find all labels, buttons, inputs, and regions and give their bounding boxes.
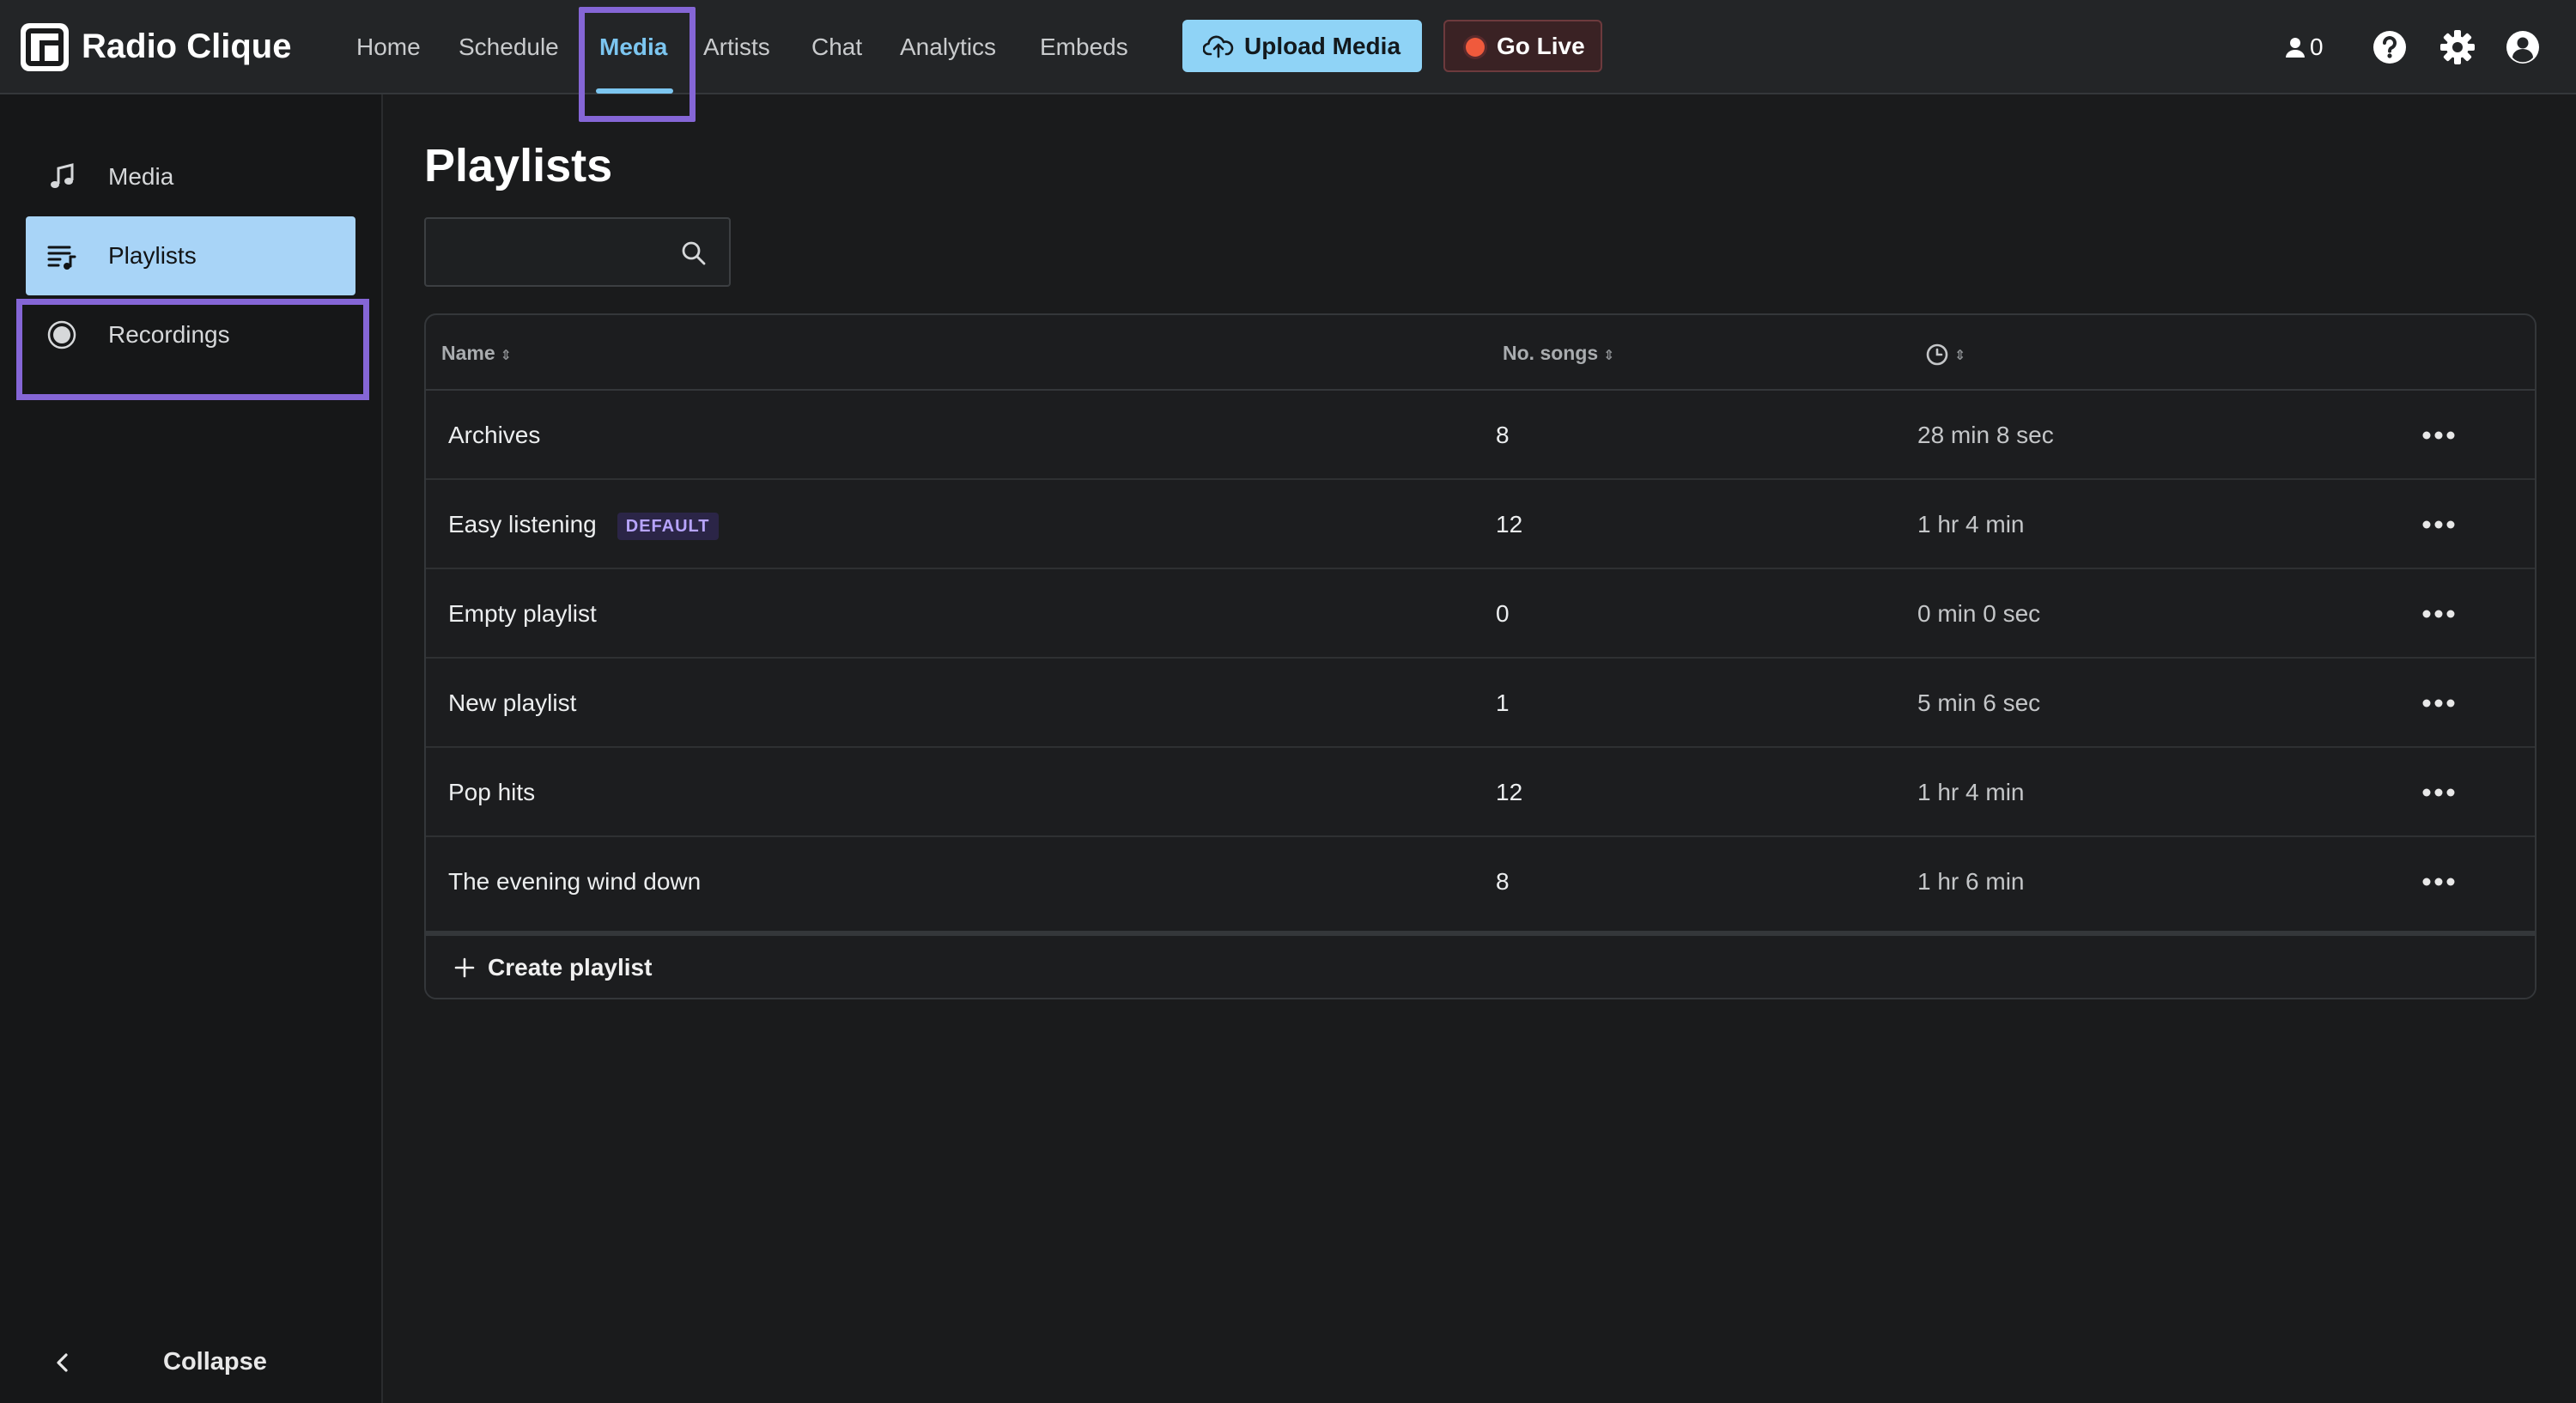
more-options-icon[interactable] bbox=[2420, 691, 2458, 715]
sort-icon: ⇕ bbox=[1603, 349, 1615, 363]
sidebar-item-media[interactable]: Media bbox=[26, 137, 355, 216]
create-playlist-label: Create playlist bbox=[488, 954, 653, 981]
collapse-button[interactable]: Collapse bbox=[0, 1321, 383, 1403]
user-icon bbox=[2286, 38, 2305, 58]
column-header-songs-label: No. songs bbox=[1503, 342, 1599, 364]
table-row[interactable]: Easy listening DEFAULT 12 1 hr 4 min bbox=[426, 480, 2535, 569]
app: Radio Clique Home Schedule Media Artists… bbox=[0, 0, 2576, 1403]
playlist-song-count: 8 bbox=[1496, 868, 1510, 895]
playlist-duration: 28 min 8 sec bbox=[1917, 422, 2054, 448]
table-row[interactable]: The evening wind down 8 1 hr 6 min bbox=[426, 837, 2535, 926]
help-icon[interactable] bbox=[2371, 28, 2409, 66]
playlist-name[interactable]: Archives bbox=[448, 391, 540, 480]
nav-artists[interactable]: Artists bbox=[703, 26, 770, 69]
column-header-name-label: Name bbox=[441, 342, 495, 364]
listener-count-value: 0 bbox=[2310, 33, 2324, 60]
table-row[interactable]: Archives 8 28 min 8 sec bbox=[426, 391, 2535, 480]
clock-icon bbox=[1926, 343, 1948, 366]
sidebar-item-playlists[interactable]: Playlists bbox=[26, 216, 355, 295]
cloud-upload-icon bbox=[1202, 33, 1234, 65]
playlist-name-text: Pop hits bbox=[448, 779, 536, 805]
table-header: Name ⇕ No. songs ⇕ ⇕ bbox=[426, 315, 2535, 391]
nav-chat[interactable]: Chat bbox=[811, 26, 862, 69]
brand-name[interactable]: Radio Clique bbox=[82, 24, 291, 69]
page-title: Playlists bbox=[424, 140, 613, 191]
playlist-duration: 5 min 6 sec bbox=[1917, 689, 2041, 716]
nav-schedule[interactable]: Schedule bbox=[459, 26, 559, 69]
plus-icon bbox=[453, 957, 476, 983]
nav-media[interactable]: Media bbox=[599, 26, 667, 69]
nav-home[interactable]: Home bbox=[356, 26, 421, 69]
go-live-label: Go Live bbox=[1497, 33, 1585, 59]
playlists-table: Name ⇕ No. songs ⇕ ⇕ Archives 8 28 min 8 s… bbox=[424, 313, 2537, 999]
live-dot-icon bbox=[1466, 38, 1485, 57]
playlist-name[interactable]: Pop hits bbox=[448, 748, 535, 837]
more-options-icon[interactable] bbox=[2420, 423, 2458, 447]
more-options-icon[interactable] bbox=[2420, 513, 2458, 537]
chevron-left-icon bbox=[53, 1351, 72, 1378]
sort-icon: ⇕ bbox=[1954, 349, 1966, 363]
sidebar-highlight-frame bbox=[16, 299, 369, 400]
nav-active-indicator bbox=[596, 88, 673, 94]
search-icon[interactable] bbox=[680, 240, 708, 271]
search-input[interactable] bbox=[438, 231, 670, 274]
playlist-name-text: Archives bbox=[448, 422, 541, 448]
nav-embeds[interactable]: Embeds bbox=[1040, 26, 1128, 69]
upload-media-button[interactable]: Upload Media bbox=[1182, 20, 1422, 72]
go-live-button[interactable]: Go Live bbox=[1443, 20, 1602, 72]
upload-media-label: Upload Media bbox=[1244, 33, 1401, 59]
playlist-name[interactable]: The evening wind down bbox=[448, 837, 701, 926]
playlist-name[interactable]: Easy listening DEFAULT bbox=[448, 480, 719, 569]
table-row[interactable]: Empty playlist 0 0 min 0 sec bbox=[426, 569, 2535, 659]
playlist-duration: 1 hr 4 min bbox=[1917, 779, 2025, 805]
more-options-icon[interactable] bbox=[2420, 870, 2458, 894]
music-note-icon bbox=[46, 161, 77, 192]
playlist-name-text: Empty playlist bbox=[448, 600, 597, 627]
nav-analytics[interactable]: Analytics bbox=[900, 26, 996, 69]
playlist-duration: 0 min 0 sec bbox=[1917, 600, 2041, 627]
sort-icon: ⇕ bbox=[500, 349, 513, 363]
table-row[interactable]: Pop hits 12 1 hr 4 min bbox=[426, 748, 2535, 837]
playlist-song-count: 12 bbox=[1496, 511, 1523, 538]
column-header-duration[interactable]: ⇕ bbox=[1925, 315, 1965, 391]
playlist-name[interactable]: Empty playlist bbox=[448, 569, 597, 659]
playlist-duration: 1 hr 6 min bbox=[1917, 868, 2025, 895]
more-options-icon[interactable] bbox=[2420, 602, 2458, 626]
default-badge: DEFAULT bbox=[617, 512, 719, 540]
sidebar-item-label: Playlists bbox=[108, 242, 197, 269]
playlist-song-count: 8 bbox=[1496, 422, 1510, 448]
more-options-icon[interactable] bbox=[2420, 780, 2458, 805]
column-header-name[interactable]: Name ⇕ bbox=[441, 315, 512, 391]
search-box[interactable] bbox=[424, 217, 731, 287]
gear-icon[interactable] bbox=[2439, 28, 2476, 66]
playlist-duration: 1 hr 4 min bbox=[1917, 511, 2025, 538]
playlist-song-count: 0 bbox=[1496, 600, 1510, 627]
playlist-song-count: 12 bbox=[1496, 779, 1523, 805]
collapse-label: Collapse bbox=[163, 1348, 267, 1376]
account-icon[interactable] bbox=[2504, 28, 2542, 66]
sidebar: Media Playlists Recordings Collapse bbox=[0, 94, 383, 1403]
sidebar-item-label: Media bbox=[108, 163, 174, 190]
column-header-songs[interactable]: No. songs ⇕ bbox=[1503, 315, 1615, 391]
top-bar: Radio Clique Home Schedule Media Artists… bbox=[0, 0, 2576, 122]
playlist-name[interactable]: New playlist bbox=[448, 659, 576, 748]
playlist-name-text: New playlist bbox=[448, 689, 577, 716]
playlist-name-text: Easy listening bbox=[448, 511, 597, 538]
playlist-icon bbox=[46, 240, 77, 271]
table-row[interactable]: New playlist 1 5 min 6 sec bbox=[426, 659, 2535, 748]
playlist-song-count: 1 bbox=[1496, 689, 1510, 716]
create-playlist-button[interactable]: Create playlist bbox=[426, 931, 2535, 998]
playlist-name-text: The evening wind down bbox=[448, 868, 702, 895]
logo-icon[interactable] bbox=[21, 23, 69, 71]
